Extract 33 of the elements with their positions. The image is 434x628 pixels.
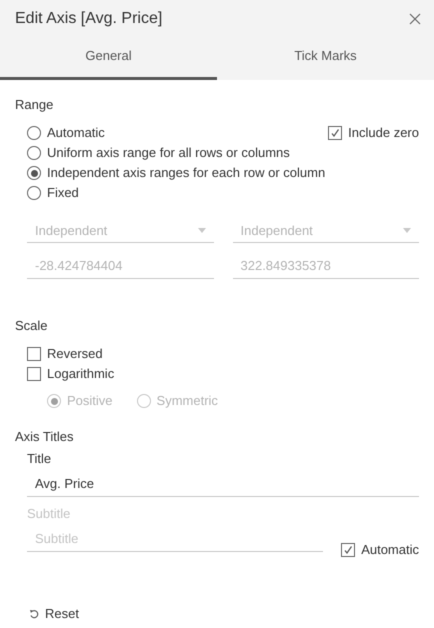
reset-button[interactable]: Reset bbox=[29, 604, 79, 624]
dialog-title: Edit Axis [Avg. Price] bbox=[15, 9, 162, 29]
section-heading: Scale bbox=[15, 317, 49, 334]
checkbox[interactable] bbox=[27, 367, 41, 381]
check-icon bbox=[343, 545, 354, 555]
checkbox[interactable] bbox=[341, 543, 356, 557]
tab[interactable]: General bbox=[0, 34, 217, 80]
radio-label: Uniform axis range for all rows or columns bbox=[47, 144, 290, 162]
section-heading: Range bbox=[15, 96, 54, 113]
checkbox-label: Reversed bbox=[47, 345, 103, 364]
tab[interactable]: Tick Marks bbox=[217, 34, 434, 80]
radio-button[interactable] bbox=[27, 146, 41, 160]
radio-label: Independent axis ranges for each row or column bbox=[47, 164, 326, 182]
checkbox[interactable] bbox=[328, 126, 342, 140]
field-label: Title bbox=[27, 450, 52, 467]
check-icon bbox=[330, 128, 340, 138]
undo-icon bbox=[29, 608, 39, 619]
radio-label: Symmetric bbox=[156, 392, 218, 410]
checkbox-label: Logarithmic bbox=[47, 365, 114, 384]
close-icon[interactable] bbox=[409, 13, 421, 25]
section-heading: Axis Titles bbox=[15, 428, 75, 445]
field-label: Subtitle bbox=[27, 505, 72, 522]
radio-label: Fixed bbox=[47, 184, 79, 202]
radio-button[interactable] bbox=[27, 166, 41, 180]
checkbox[interactable] bbox=[27, 347, 41, 361]
radio-label: Automatic bbox=[47, 124, 105, 142]
caret-icon bbox=[403, 228, 411, 233]
checkbox-label: Automatic bbox=[361, 541, 419, 560]
caret-icon bbox=[198, 228, 206, 233]
checkbox-label: Include zero bbox=[348, 124, 419, 142]
radio-button[interactable] bbox=[27, 186, 41, 200]
radio-label: Positive bbox=[67, 392, 113, 410]
radio-button[interactable] bbox=[27, 126, 41, 140]
